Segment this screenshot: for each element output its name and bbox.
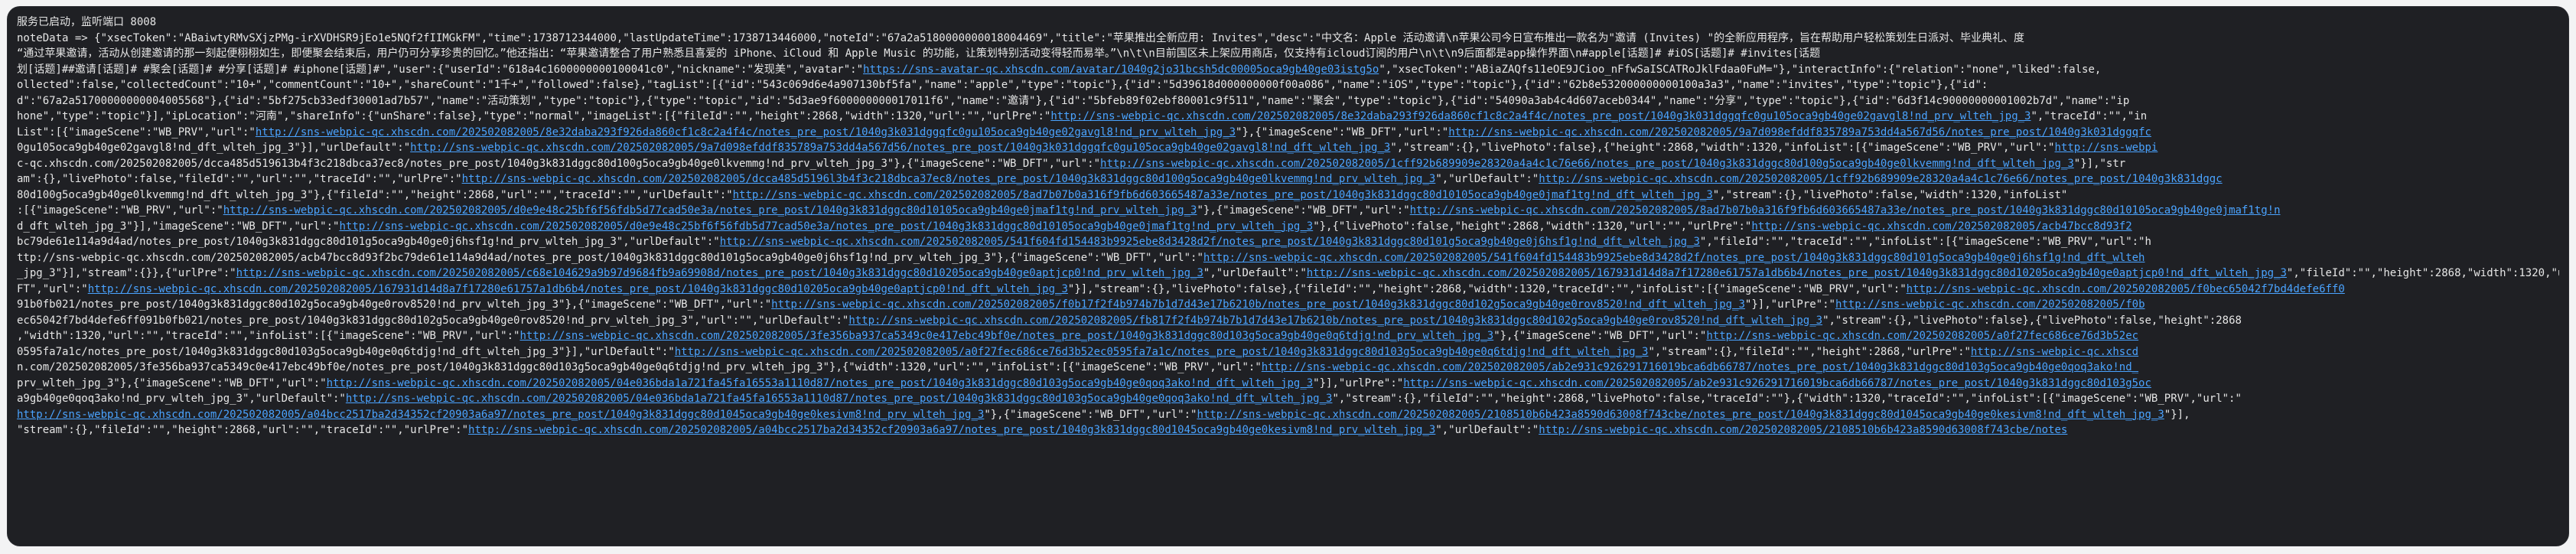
terminal-line: 80d100g5oca9gb40ge0lkvemmg!nd_dft_wlteh_… [17, 188, 2068, 201]
terminal-line: "stream":{},"fileId":"","height":2868,"u… [17, 424, 2068, 436]
terminal-line: ,"width":1320,"url":"","traceId":"","inf… [17, 330, 2139, 342]
terminal-line: http://sns-webpic-qc.xhscdn.com/20250208… [17, 408, 2190, 421]
terminal-line: :[{"imageScene":"WB_PRV","url":"http://s… [17, 204, 2281, 217]
terminal-line: 91b0fb021/notes_pre_post/1040g3k831dggc8… [17, 298, 2145, 311]
terminal-output[interactable]: 服务已启动，监听端口 8008 noteData => {"xsecToken":… [17, 15, 2559, 538]
terminal-line: bc79de61e114a9d4ad/notes_pre_post/1040g3… [17, 236, 2151, 248]
terminal-line: prv_wlteh_jpg_3"},{"imageScene":"WB_DFT"… [17, 376, 2151, 389]
terminal-line: 服务已启动，监听端口 8008 [17, 16, 157, 28]
terminal-line: ec65042f7bd4defe6ff091b0fb021/notes_pre_… [17, 314, 2242, 327]
terminal-line: _jpg_3"}],"stream":{}},{"urlPre":"http:/… [17, 267, 2559, 279]
terminal-line: d_dft_wlteh_jpg_3"}],"imageScene":"WB_DF… [17, 220, 2132, 233]
terminal-line: d":"67a2a51700000000004005568"},{"id":"5… [17, 94, 2130, 107]
terminal-line: noteData => {"xsecToken":"ABaiwtyRMvSXjz… [17, 31, 2025, 44]
terminal-line: c-qc.xhscdn.com/202502082005/dcca485d519… [17, 157, 2126, 170]
terminal-line: List":[{"imageScene":"WB_PRV","url":"htt… [17, 125, 2151, 138]
terminal-line: n.com/202502082005/3fe356ba937ca5349c0e4… [17, 361, 2139, 373]
terminal-line: hone","type":"topic"}],"ipLocation":"河南"… [17, 110, 2148, 122]
terminal-line: a9gb40ge0qoq3ako!nd_prv_wlteh_jpg_3","ur… [17, 393, 2242, 405]
terminal-line: 划[话题]##邀请[话题]# #聚会[话题]# #分享[话题]# #iphone… [17, 63, 2102, 76]
terminal-line: 0595fa7a1c/notes_pre_post/1040g3k831dggc… [17, 345, 2139, 358]
terminal-line: am":{},"livePhoto":false,"fileId":"","ur… [17, 173, 2223, 185]
terminal-line: ollected":false,"collectedCount":"10+","… [17, 79, 1988, 91]
terminal-line: 0gu105oca9gb40ge02gavgl8!nd_dft_wlteh_jp… [17, 142, 2158, 154]
terminal-line: ttp://sns-webpic-qc.xhscdn.com/202502082… [17, 251, 2145, 264]
terminal-window: 服务已启动，监听端口 8008 noteData => {"xsecToken":… [8, 7, 2568, 546]
terminal-line: FT","url":"http://sns-webpic-qc.xhscdn.c… [17, 282, 2345, 295]
terminal-line: “通过苹果邀请，活动从创建邀请的那一刻起便栩栩如生，即便聚会结束后，用户仍可分享… [17, 47, 1821, 60]
